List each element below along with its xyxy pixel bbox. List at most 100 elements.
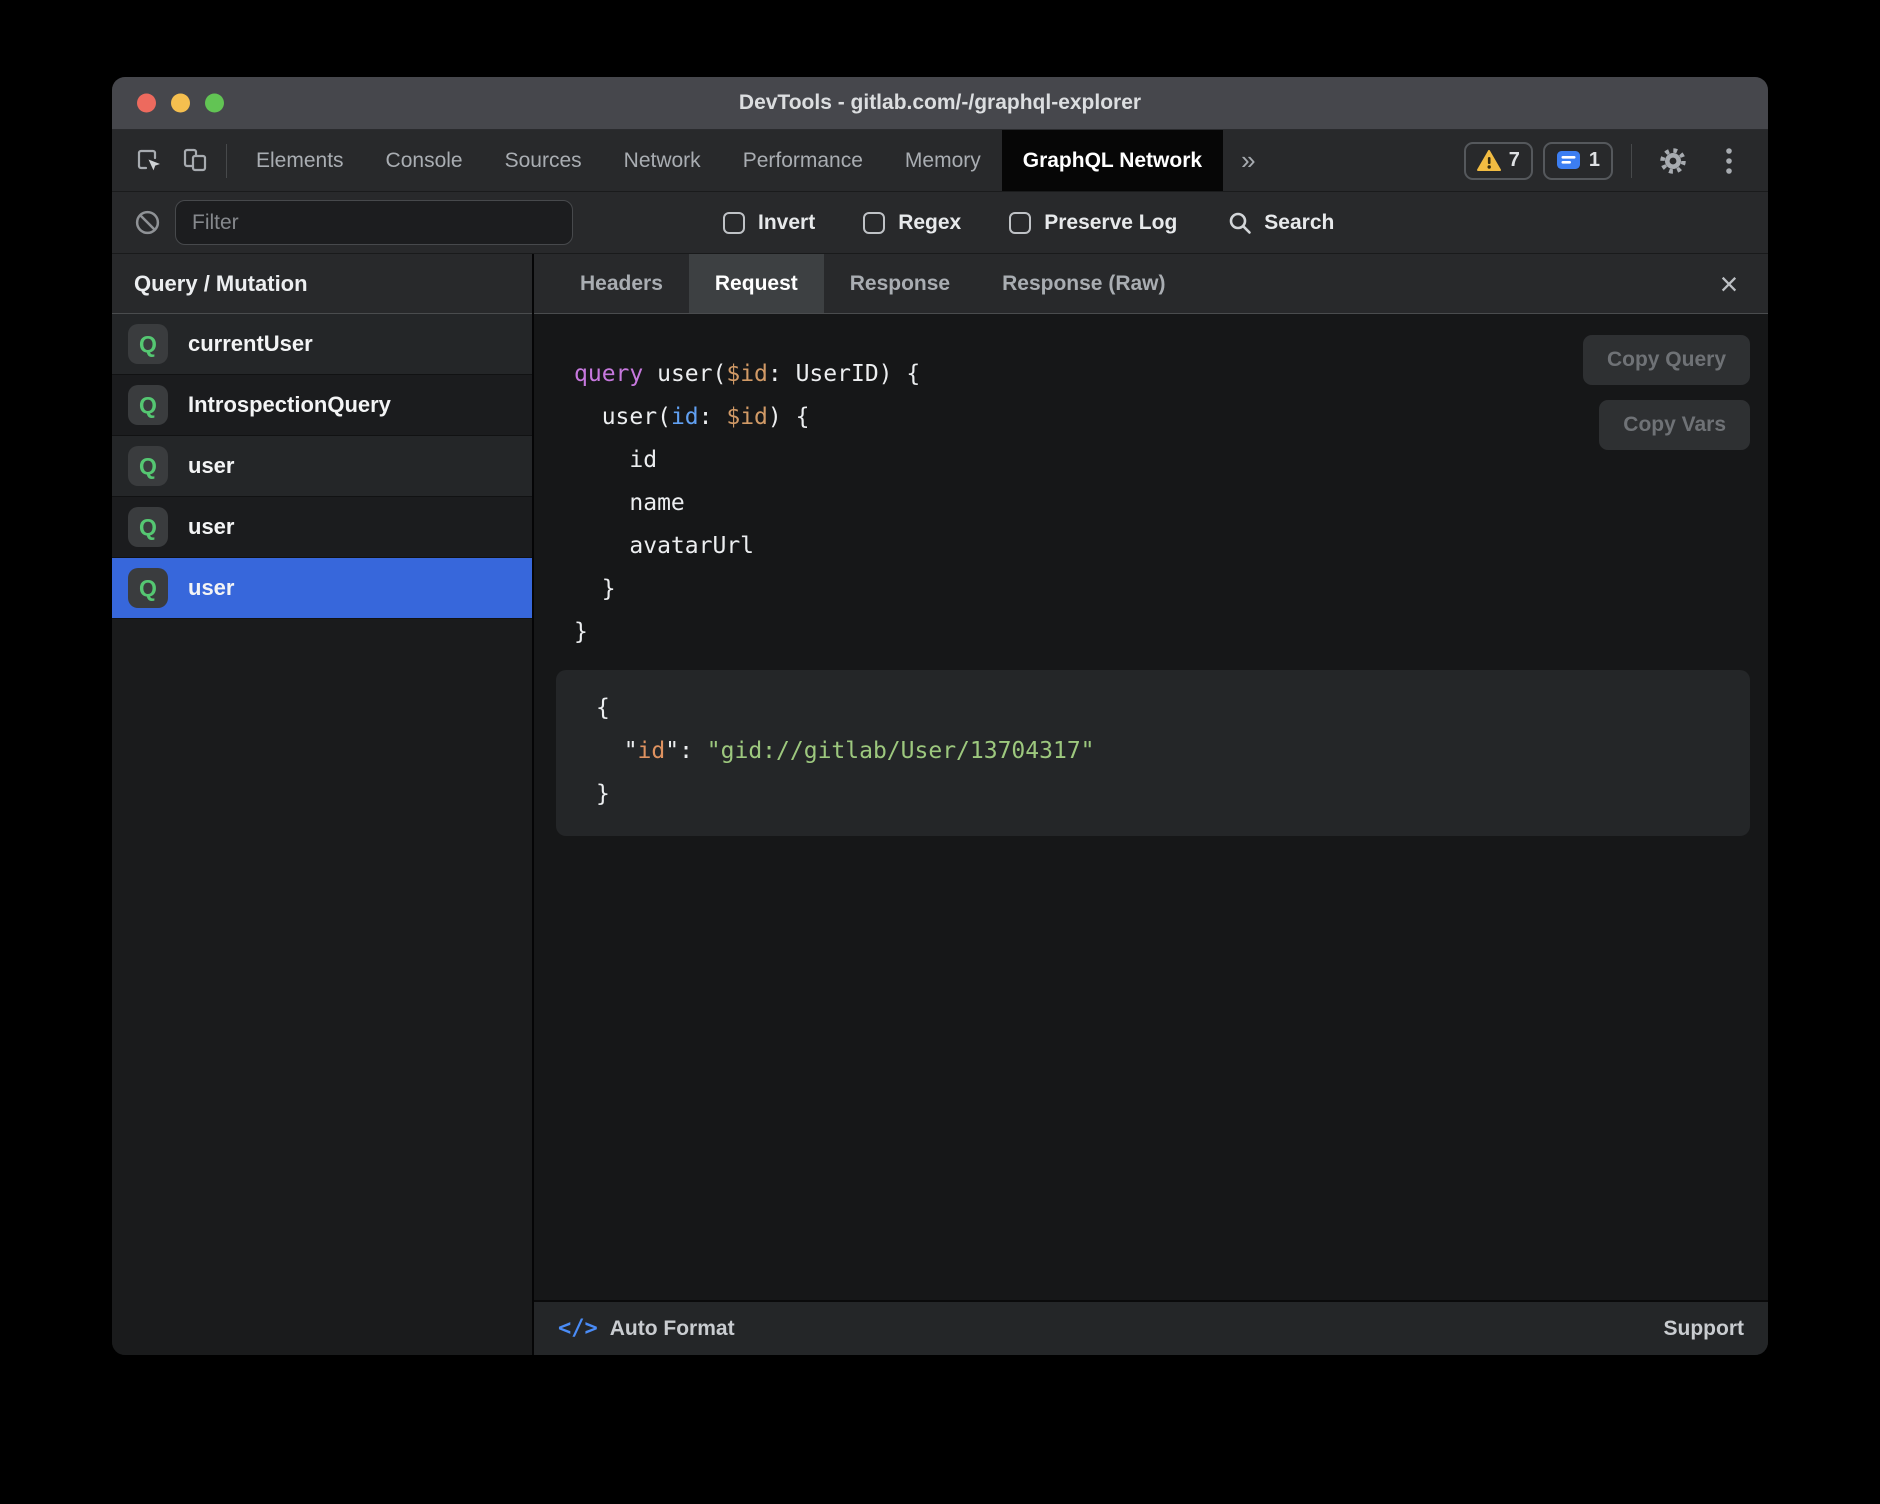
issues-badge[interactable]: 1 [1543, 142, 1613, 180]
auto-format-toggle[interactable]: </> Auto Format [558, 1316, 735, 1341]
checkbox-label: Preserve Log [1044, 211, 1177, 235]
query-list-item[interactable]: Q user [112, 436, 532, 497]
zoom-window-button[interactable] [205, 94, 224, 113]
detail-footer: </> Auto Format Support [534, 1300, 1768, 1355]
kebab-menu-icon [1725, 146, 1733, 176]
query-type-badge: Q [128, 324, 168, 364]
gear-icon [1658, 146, 1688, 176]
query-name: IntrospectionQuery [188, 392, 391, 418]
devtools-tab-label: Sources [505, 149, 582, 173]
query-list-item[interactable]: Q user [112, 558, 532, 619]
device-toolbar-icon [180, 146, 210, 176]
message-icon [1556, 150, 1581, 172]
toggle-device-toolbar-button[interactable] [172, 138, 218, 184]
detail-tab-label: Headers [580, 272, 663, 296]
checkbox-label: Invert [758, 211, 815, 235]
support-link[interactable]: Support [1664, 1317, 1744, 1341]
clear-button[interactable] [134, 209, 161, 236]
query-list-header: Query / Mutation [112, 254, 532, 314]
devtools-tab-label: Network [624, 149, 701, 173]
toolbar-right-cluster: 7 1 [1464, 138, 1768, 184]
query-type-badge: Q [128, 507, 168, 547]
warnings-count: 7 [1509, 149, 1520, 172]
menu-button[interactable] [1706, 138, 1752, 184]
detail-tab[interactable]: Response [824, 254, 976, 313]
devtools-tab-label: Performance [743, 149, 863, 173]
filter-bar: Invert Regex Preserve Log Search [112, 192, 1768, 254]
devtools-tab[interactable]: GraphQL Network [1002, 130, 1223, 191]
devtools-toolbar: Elements Console Sources Network Perform… [112, 130, 1768, 192]
request-tab-content: query user($id: UserID) { user(id: $id) … [534, 314, 1768, 1300]
devtools-window: DevTools - gitlab.com/-/graphql-explorer… [112, 77, 1768, 1355]
query-type-badge: Q [128, 568, 168, 608]
query-type-badge: Q [128, 446, 168, 486]
devtools-tab[interactable]: Memory [884, 130, 1002, 191]
query-list-panel: Query / Mutation Q currentUser Q Introsp… [112, 254, 534, 1355]
query-name: user [188, 575, 234, 601]
search-icon [1227, 210, 1253, 236]
filter-checkbox[interactable]: Invert [723, 211, 815, 235]
query-name: currentUser [188, 331, 313, 357]
search-label: Search [1264, 211, 1334, 235]
toolbar-divider [226, 144, 227, 178]
detail-tab-label: Response [850, 272, 950, 296]
checkbox-box[interactable] [863, 212, 885, 234]
settings-button[interactable] [1650, 138, 1696, 184]
close-window-button[interactable] [137, 94, 156, 113]
toolbar-divider [1631, 144, 1632, 178]
issues-count: 1 [1589, 149, 1600, 172]
devtools-tab-label: Console [386, 149, 463, 173]
code-brackets-icon: </> [558, 1316, 598, 1341]
detail-tab[interactable]: Response (Raw) [976, 254, 1191, 313]
copy-vars-button[interactable]: Copy Vars [1599, 400, 1750, 450]
traffic-lights [137, 94, 224, 113]
title-bar: DevTools - gitlab.com/-/graphql-explorer [112, 77, 1768, 130]
detail-tab-strip: Headers Request Response Response (Raw) [534, 254, 1768, 314]
filter-checkbox[interactable]: Regex [863, 211, 961, 235]
detail-tabs: Headers Request Response Response (Raw) [554, 254, 1192, 313]
inspect-element-button[interactable] [126, 138, 172, 184]
detail-tab-label: Response (Raw) [1002, 272, 1165, 296]
filter-checkbox[interactable]: Preserve Log [1009, 211, 1177, 235]
filter-input[interactable] [175, 200, 573, 245]
block-icon [134, 209, 161, 236]
copy-buttons: Copy Query Copy Vars [1583, 335, 1750, 450]
request-detail-panel: Headers Request Response Response (Raw) [534, 254, 1768, 1355]
graphql-variables-box: { "id": "gid://gitlab/User/13704317"} [556, 670, 1750, 836]
query-type-badge: Q [128, 385, 168, 425]
query-list-item[interactable]: Q user [112, 497, 532, 558]
devtools-tab-label: Elements [256, 149, 344, 173]
close-icon: × [1720, 268, 1739, 300]
query-list-item[interactable]: Q IntrospectionQuery [112, 375, 532, 436]
search-toggle[interactable]: Search [1227, 210, 1334, 236]
devtools-tab[interactable]: Sources [484, 130, 603, 191]
devtools-tab[interactable]: Network [603, 130, 722, 191]
checkbox-box[interactable] [723, 212, 745, 234]
query-list-item[interactable]: Q currentUser [112, 314, 532, 375]
auto-format-label: Auto Format [610, 1317, 735, 1341]
query-list: Q currentUser Q IntrospectionQuery Q use… [112, 314, 532, 619]
query-name: user [188, 453, 234, 479]
detail-tab[interactable]: Headers [554, 254, 689, 313]
checkbox-box[interactable] [1009, 212, 1031, 234]
devtools-tab[interactable]: Performance [722, 130, 884, 191]
checkbox-label: Regex [898, 211, 961, 235]
main-split: Query / Mutation Q currentUser Q Introsp… [112, 254, 1768, 1355]
warnings-badge[interactable]: 7 [1464, 142, 1533, 180]
devtools-tab-label: Memory [905, 149, 981, 173]
devtools-tab-strip: Elements Console Sources Network Perform… [235, 130, 1223, 191]
filter-options: Invert Regex Preserve Log [723, 211, 1177, 235]
warning-triangle-icon [1477, 150, 1501, 171]
more-tabs-button[interactable]: » [1223, 145, 1273, 176]
query-name: user [188, 514, 234, 540]
close-detail-button[interactable]: × [1708, 263, 1750, 305]
copy-query-button[interactable]: Copy Query [1583, 335, 1750, 385]
detail-tab[interactable]: Request [689, 254, 824, 313]
window-title: DevTools - gitlab.com/-/graphql-explorer [739, 91, 1141, 115]
devtools-tab-label: GraphQL Network [1023, 149, 1202, 173]
devtools-tab[interactable]: Elements [235, 130, 365, 191]
devtools-tab[interactable]: Console [365, 130, 484, 191]
minimize-window-button[interactable] [171, 94, 190, 113]
chevron-double-right-icon: » [1241, 145, 1255, 176]
detail-tab-label: Request [715, 272, 798, 296]
